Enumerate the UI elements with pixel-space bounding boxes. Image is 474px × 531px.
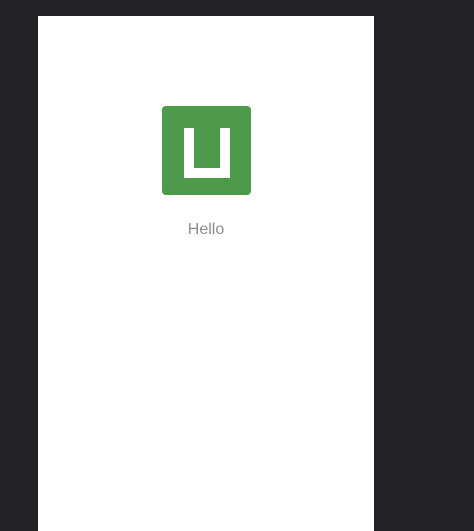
greeting-text: Hello <box>187 221 225 238</box>
app-logo-icon <box>162 106 251 195</box>
dark-backdrop: Hello <box>0 0 474 531</box>
app-screen: Hello <box>38 16 374 531</box>
app-logo-svg <box>162 106 251 195</box>
